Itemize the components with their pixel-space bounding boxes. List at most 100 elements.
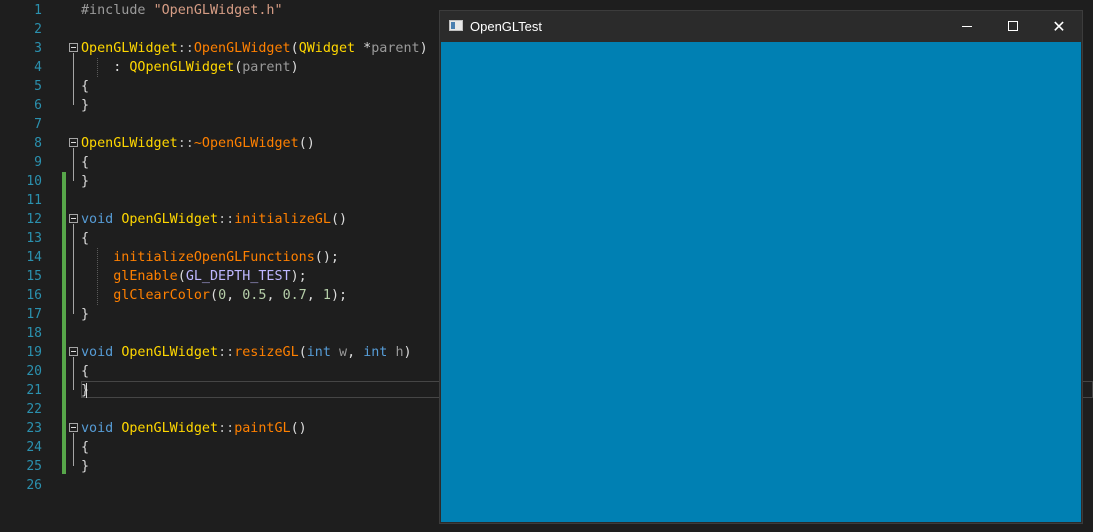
code-token: :: bbox=[218, 345, 235, 360]
opengl-render-surface[interactable] bbox=[441, 42, 1081, 522]
code-token: } bbox=[81, 98, 90, 113]
line-number: 21 bbox=[26, 383, 42, 398]
line-number: 15 bbox=[26, 269, 42, 284]
code-token: , bbox=[226, 288, 243, 303]
line-number: 13 bbox=[26, 231, 42, 246]
code-token: void bbox=[81, 212, 114, 227]
code-token: initializeOpenGLFunctions bbox=[113, 250, 315, 265]
code-token: () bbox=[298, 136, 315, 151]
code-line: void OpenGLWidget::initializeGL() bbox=[81, 210, 347, 229]
code-token: OpenGLWidget bbox=[121, 345, 219, 360]
line-number: 7 bbox=[34, 117, 42, 132]
opengl-test-window[interactable]: OpenGLTest ✕ bbox=[440, 11, 1082, 523]
code-token: 0 bbox=[218, 288, 227, 303]
line-number: 6 bbox=[34, 98, 42, 113]
line-number: 5 bbox=[34, 79, 42, 94]
code-token: glEnable bbox=[113, 269, 178, 284]
code-line: } bbox=[81, 381, 89, 400]
line-number: 19 bbox=[26, 345, 42, 360]
code-line: glEnable(GL_DEPTH_TEST); bbox=[81, 267, 307, 286]
code-line: #include "OpenGLWidget.h" bbox=[81, 1, 283, 20]
code-line: glClearColor(0, 0.5, 0.7, 1); bbox=[81, 286, 347, 305]
code-token: int bbox=[363, 345, 388, 360]
code-token: #include bbox=[81, 3, 154, 18]
fold-guide bbox=[73, 357, 74, 390]
code-token: { bbox=[81, 440, 90, 455]
code-token: ( bbox=[177, 269, 186, 284]
code-token: * bbox=[355, 41, 372, 56]
fold-toggle-icon[interactable] bbox=[69, 423, 78, 432]
code-token: :: bbox=[218, 421, 235, 436]
code-token: ( bbox=[298, 345, 307, 360]
code-token: { bbox=[81, 231, 90, 246]
line-number: 8 bbox=[34, 136, 42, 151]
code-token: glClearColor bbox=[113, 288, 210, 303]
code-token: } bbox=[81, 383, 90, 398]
close-icon[interactable]: ✕ bbox=[1036, 11, 1082, 42]
code-token: OpenGLWidget bbox=[121, 421, 219, 436]
code-token: int bbox=[306, 345, 331, 360]
code-token: } bbox=[81, 174, 90, 189]
code-token: ) bbox=[419, 41, 428, 56]
code-token: :: bbox=[218, 212, 235, 227]
code-token: 0.7 bbox=[282, 288, 307, 303]
code-line: } bbox=[81, 457, 89, 476]
code-token: ) bbox=[403, 345, 412, 360]
code-token: 0.5 bbox=[242, 288, 267, 303]
code-token: 1 bbox=[322, 288, 331, 303]
code-line: OpenGLWidget::OpenGLWidget(QWidget *pare… bbox=[81, 39, 428, 58]
code-token: (); bbox=[314, 250, 339, 265]
code-token: parent bbox=[371, 41, 420, 56]
code-token: void bbox=[81, 345, 114, 360]
line-number: 22 bbox=[26, 402, 42, 417]
maximize-icon[interactable] bbox=[990, 11, 1036, 42]
fold-toggle-icon[interactable] bbox=[69, 138, 78, 147]
code-token: : bbox=[81, 60, 130, 75]
code-token: } bbox=[81, 307, 90, 322]
line-number: 12 bbox=[26, 212, 42, 227]
code-token: } bbox=[81, 459, 90, 474]
line-number: 26 bbox=[26, 478, 42, 493]
line-number: 25 bbox=[26, 459, 42, 474]
fold-toggle-icon[interactable] bbox=[69, 43, 78, 52]
code-token: , bbox=[266, 288, 283, 303]
code-line: } bbox=[81, 96, 89, 115]
fold-guide bbox=[73, 53, 74, 105]
line-number: 23 bbox=[26, 421, 42, 436]
code-token: resizeGL bbox=[234, 345, 299, 360]
code-token: ( bbox=[210, 288, 219, 303]
fold-toggle-icon[interactable] bbox=[69, 214, 78, 223]
fold-guide bbox=[73, 148, 74, 181]
code-token: ); bbox=[330, 288, 348, 303]
code-token: GL_DEPTH_TEST bbox=[185, 269, 291, 284]
fold-guide bbox=[73, 433, 74, 466]
code-line: { bbox=[81, 229, 89, 248]
line-number: 4 bbox=[34, 60, 42, 75]
window-title: OpenGLTest bbox=[470, 19, 543, 34]
code-token: w bbox=[339, 345, 348, 360]
line-number: 20 bbox=[26, 364, 42, 379]
code-token: { bbox=[81, 79, 90, 94]
line-number: 14 bbox=[26, 250, 42, 265]
code-line: void OpenGLWidget::paintGL() bbox=[81, 419, 307, 438]
code-token: OpenGLWidget bbox=[121, 212, 219, 227]
code-token: h bbox=[395, 345, 404, 360]
line-number: 2 bbox=[34, 22, 42, 37]
fold-toggle-icon[interactable] bbox=[69, 347, 78, 356]
code-token: , bbox=[306, 288, 323, 303]
code-token: ); bbox=[290, 269, 307, 284]
code-token: { bbox=[81, 155, 90, 170]
code-token: OpenGLWidget bbox=[81, 136, 178, 151]
code-token: "OpenGLWidget.h" bbox=[153, 3, 283, 18]
code-token: void bbox=[81, 421, 114, 436]
code-line: { bbox=[81, 153, 89, 172]
code-token: , bbox=[347, 345, 364, 360]
minimize-icon[interactable] bbox=[944, 11, 990, 42]
change-indicator bbox=[62, 172, 66, 474]
window-titlebar[interactable]: OpenGLTest ✕ bbox=[440, 11, 1082, 42]
code-line: { bbox=[81, 438, 89, 457]
line-number: 16 bbox=[26, 288, 42, 303]
